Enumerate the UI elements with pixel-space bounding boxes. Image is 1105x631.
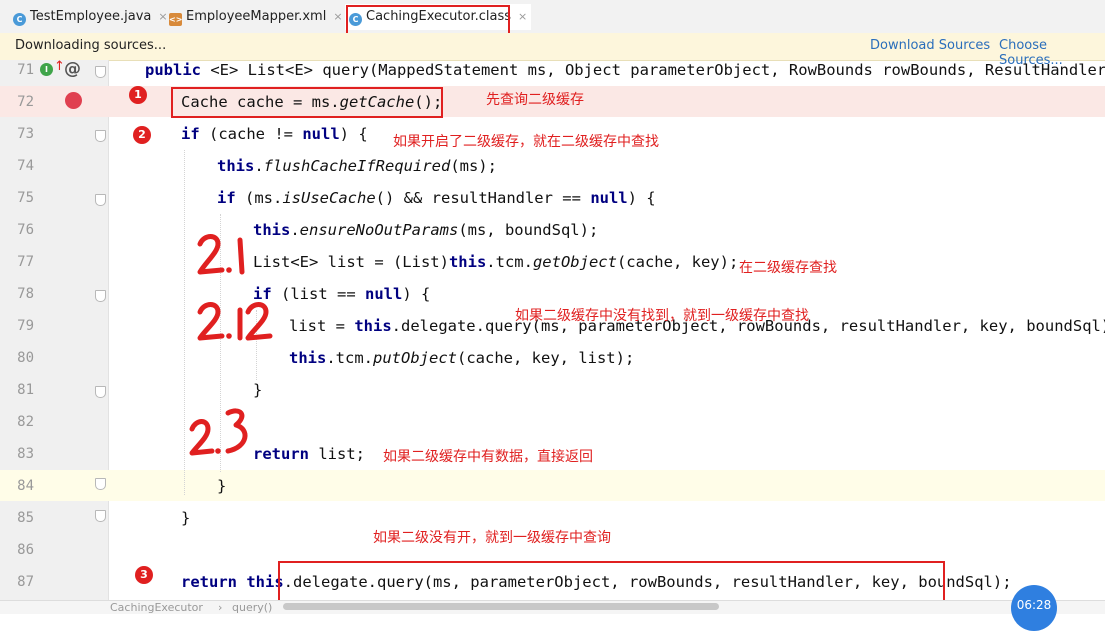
annotation-fallback-first-level: 如果二级缓存中没有找到，就到一级缓存中查找 <box>515 308 809 324</box>
notification-text: Downloading sources... <box>15 38 167 53</box>
line-number: 87 <box>17 574 34 590</box>
code-line-77[interactable]: List<E> list = (List)this.tcm.getObject(… <box>253 253 738 271</box>
annotation-search-second-level: 在二级缓存查找 <box>739 260 837 276</box>
line-number: 73 <box>17 126 34 142</box>
close-icon[interactable]: × <box>333 10 342 23</box>
annotation-not-enabled: 如果二级没有开，就到一级缓存中查询 <box>373 530 611 546</box>
annotation-at-icon[interactable]: @ <box>64 59 81 79</box>
line-number: 81 <box>17 382 34 398</box>
fold-marker[interactable] <box>95 194 106 206</box>
line-number: 84 <box>17 478 34 494</box>
handwritten-step-2-1 <box>197 234 245 275</box>
fold-marker[interactable] <box>95 290 106 302</box>
line-number: 78 <box>17 286 34 302</box>
highlight-box-get-cache <box>171 87 443 118</box>
code-line-81[interactable]: } <box>253 381 262 399</box>
code-line-73[interactable]: if (cache != null) { <box>181 125 368 143</box>
indent-guide <box>184 150 185 495</box>
annotation-query-second-level: 先查询二级缓存 <box>486 92 584 108</box>
fold-marker[interactable] <box>95 386 106 398</box>
fold-marker[interactable] <box>95 510 106 522</box>
breakpoint-icon[interactable] <box>65 92 82 109</box>
gutter-divider <box>108 60 109 600</box>
line-number: 71 <box>17 62 34 78</box>
line-number: 75 <box>17 190 34 206</box>
breadcrumb-method[interactable]: query() <box>232 602 272 613</box>
annotation-if-enabled: 如果开启了二级缓存，就在二级缓存中查找 <box>393 134 659 150</box>
xml-file-icon: <> <box>169 13 183 26</box>
editor-tab-bar: C TestEmployee.java × <> EmployeeMapper.xml… <box>0 0 1105 34</box>
line-number: 82 <box>17 414 34 430</box>
code-line-76[interactable]: this.ensureNoOutParams(ms, boundSql); <box>253 221 598 239</box>
tab-label: TestEmployee.java <box>30 9 152 24</box>
horizontal-scrollbar[interactable] <box>283 603 719 610</box>
line-number: 74 <box>17 158 34 174</box>
clock-time: 06:28 <box>1016 598 1052 612</box>
line-number: 77 <box>17 254 34 270</box>
caret-line-highlight <box>0 470 1105 501</box>
code-line-78[interactable]: if (list == null) { <box>253 285 430 303</box>
fold-marker[interactable] <box>95 478 106 490</box>
breadcrumb-class[interactable]: CachingExecutor <box>110 602 203 613</box>
handwritten-step-2-2 <box>197 302 273 341</box>
code-line-83[interactable]: return list; <box>253 445 365 463</box>
code-line-84[interactable]: } <box>217 477 226 495</box>
tab-test-employee[interactable]: C TestEmployee.java × <box>13 4 168 30</box>
fold-marker[interactable] <box>95 66 106 78</box>
download-sources-link[interactable]: Download Sources <box>870 38 990 53</box>
fold-marker[interactable] <box>95 130 106 142</box>
code-line-75[interactable]: if (ms.isUseCache() && resultHandler == … <box>217 189 656 207</box>
code-line-85[interactable]: } <box>181 509 190 527</box>
code-line-74[interactable]: this.flushCacheIfRequired(ms); <box>217 157 497 175</box>
tab-label: EmployeeMapper.xml <box>186 9 327 24</box>
line-number: 83 <box>17 446 34 462</box>
tab-employee-mapper[interactable]: <> EmployeeMapper.xml × <box>169 4 343 30</box>
close-icon[interactable]: × <box>158 10 167 23</box>
line-number: 85 <box>17 510 34 526</box>
code-line-80[interactable]: this.tcm.putObject(cache, key, list); <box>289 349 634 367</box>
line-number: 79 <box>17 318 34 334</box>
step-marker-3: 3 <box>135 566 153 584</box>
notification-bar: Downloading sources... Download Sources … <box>0 33 1105 68</box>
step-marker-2: 2 <box>133 126 151 144</box>
breadcrumb-separator: › <box>218 601 223 614</box>
code-line-71[interactable]: public <E> List<E> query(MappedStatement… <box>145 61 1105 79</box>
close-icon[interactable]: × <box>518 10 527 23</box>
line-number: 72 <box>17 94 34 110</box>
handwritten-step-2-3 <box>189 408 248 456</box>
line-number: 86 <box>17 542 34 558</box>
line-number: 80 <box>17 350 34 366</box>
implements-icon[interactable]: I <box>40 63 53 76</box>
java-class-icon: C <box>13 13 26 26</box>
line-number: 76 <box>17 222 34 238</box>
step-marker-1: 1 <box>129 86 147 104</box>
annotation-return-directly: 如果二级缓存中有数据，直接返回 <box>383 449 593 465</box>
